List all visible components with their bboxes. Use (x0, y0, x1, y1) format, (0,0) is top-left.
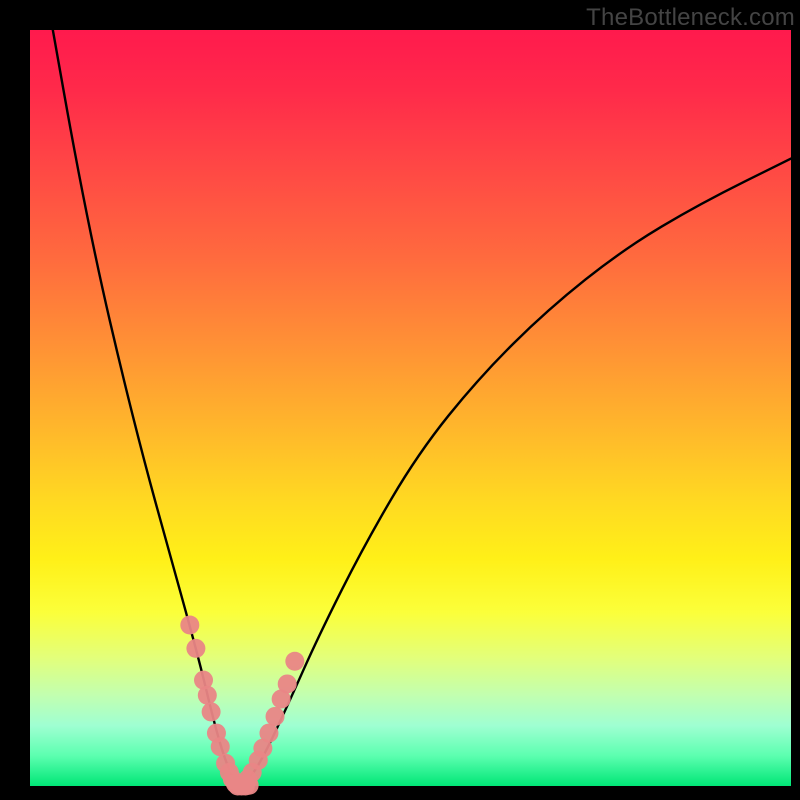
marker-dot (266, 707, 285, 726)
curves-layer (0, 0, 800, 800)
marker-dot (180, 615, 199, 634)
watermark-text: TheBottleneck.com (586, 4, 795, 32)
marker-dot (186, 639, 205, 658)
marker-dot (285, 652, 304, 671)
marker-dot (211, 737, 230, 756)
right-branch-curve (239, 159, 791, 786)
marker-dot (278, 674, 297, 693)
chart-frame: TheBottleneck.com (0, 0, 800, 800)
marker-dot (198, 686, 217, 705)
marker-dot (202, 702, 221, 721)
marker-dot (259, 724, 278, 743)
marker-dot (240, 776, 259, 795)
left-branch-curve (53, 30, 239, 786)
